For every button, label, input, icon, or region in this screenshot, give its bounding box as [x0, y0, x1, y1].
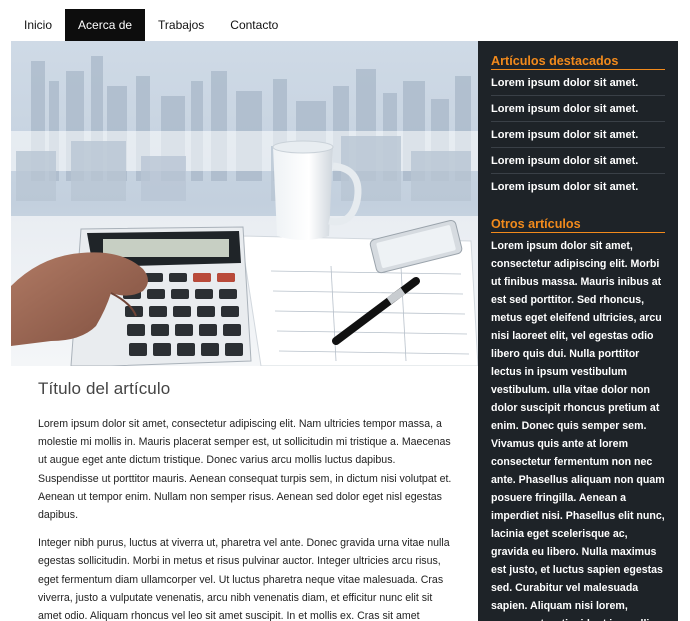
featured-article-link[interactable]: Lorem ipsum dolor sit amet. — [491, 70, 665, 96]
main-nav: Inicio Acerca de Trabajos Contacto — [11, 9, 678, 41]
other-articles-title: Otros artículos — [491, 204, 665, 233]
hero-image — [11, 41, 478, 366]
nav-item-trabajos[interactable]: Trabajos — [145, 9, 217, 41]
office-desk-calculator-photo — [11, 41, 478, 366]
sidebar: Artículos destacados Lorem ipsum dolor s… — [478, 41, 678, 621]
article-title: Título del artículo — [38, 379, 171, 398]
nav-item-contacto[interactable]: Contacto — [217, 9, 291, 41]
featured-article-link[interactable]: Lorem ipsum dolor sit amet. — [491, 122, 665, 148]
featured-article-link[interactable]: Lorem ipsum dolor sit amet. — [491, 96, 665, 122]
nav-item-acerca-de[interactable]: Acerca de — [65, 9, 146, 41]
article: Título del artículo Lorem ipsum dolor si… — [38, 379, 454, 621]
featured-articles-title: Artículos destacados — [491, 41, 665, 70]
featured-article-link[interactable]: Lorem ipsum dolor sit amet. — [491, 174, 665, 200]
featured-articles-list: Lorem ipsum dolor sit amet. Lorem ipsum … — [491, 70, 665, 200]
featured-article-link[interactable]: Lorem ipsum dolor sit amet. — [491, 148, 665, 174]
other-articles-text: Lorem ipsum dolor sit amet, consectetur … — [491, 240, 665, 621]
page-frame: Inicio Acerca de Trabajos Contacto Títul… — [11, 9, 678, 621]
article-paragraph: Integer nibh purus, luctus at viverra ut… — [38, 537, 450, 621]
nav-item-inicio[interactable]: Inicio — [11, 9, 65, 41]
article-paragraph: Lorem ipsum dolor sit amet, consectetur … — [38, 418, 452, 522]
